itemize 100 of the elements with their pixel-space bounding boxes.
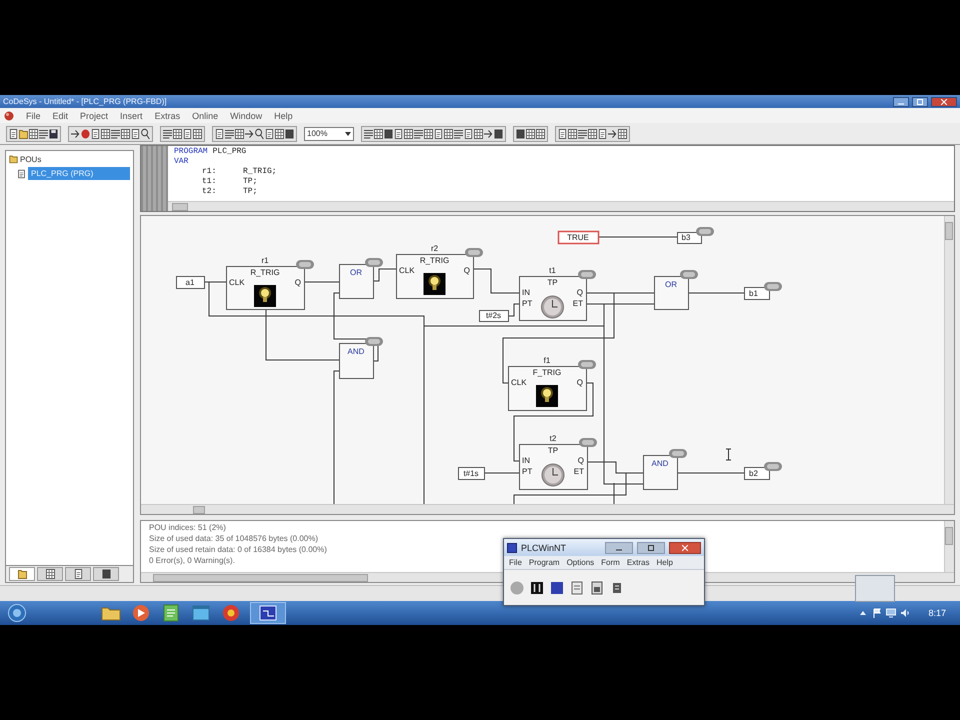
menu-item[interactable]: Extras [154,110,180,120]
app-icon[interactable] [4,110,14,120]
square-icon[interactable] [494,128,503,140]
grid-icon[interactable] [275,128,284,140]
grid-icon[interactable] [404,128,413,140]
arrow-icon[interactable] [245,128,254,140]
play-icon[interactable] [130,604,152,622]
taskbar-button[interactable] [250,602,286,624]
arrow-icon[interactable] [484,128,493,140]
minimize-button[interactable] [893,96,909,106]
tab[interactable] [37,567,63,581]
menu-item[interactable]: File [26,110,41,120]
input-variable[interactable]: TRUE [558,230,600,244]
input-variable[interactable]: t#1s [458,467,485,480]
logic-gate[interactable] [654,276,689,310]
lines-icon[interactable] [39,128,48,140]
flag-icon[interactable] [872,608,882,618]
menu-item[interactable]: Options [566,558,594,567]
menu-item[interactable]: Project [80,110,108,120]
lines-icon[interactable] [225,128,234,140]
grid-icon[interactable] [193,128,202,140]
grid-icon[interactable] [235,128,244,140]
search-icon[interactable] [255,128,264,140]
grid-icon[interactable] [588,128,597,140]
page-icon[interactable] [590,580,604,594]
menu-item[interactable]: Form [601,558,620,567]
menu-item[interactable]: Help [274,110,293,120]
menu-item[interactable]: Extras [626,558,650,567]
folder-icon[interactable] [9,154,18,164]
tab[interactable] [65,567,91,581]
arrow-icon[interactable] [71,128,80,140]
grid-icon[interactable] [374,128,383,140]
arrow-icon[interactable] [608,128,617,140]
square-icon[interactable] [384,128,393,140]
clock-text[interactable]: 8:17 [918,608,954,618]
square-icon[interactable] [516,128,525,140]
page-icon[interactable] [91,128,100,140]
folder-icon[interactable] [19,128,28,140]
speaker-icon[interactable] [900,608,910,618]
tree-folder[interactable]: POUs [20,154,42,164]
maximize-button[interactable] [912,96,928,106]
output-variable[interactable]: b2 [744,467,770,480]
output-variable[interactable]: b3 [677,232,702,244]
lines-icon[interactable] [414,128,423,140]
lines-icon[interactable] [364,128,373,140]
window-icon[interactable] [190,604,212,622]
lines-icon[interactable] [163,128,172,140]
grid-icon[interactable] [568,128,577,140]
scrollbar[interactable] [168,201,954,211]
tab[interactable] [9,567,35,581]
start-orb-icon[interactable] [6,604,28,622]
scroll-thumb[interactable] [945,222,953,240]
lines-icon[interactable] [578,128,587,140]
page-icon[interactable] [598,128,607,140]
scroll-thumb[interactable] [153,574,368,582]
pause-icon[interactable] [530,580,544,594]
output-variable[interactable]: b1 [744,287,770,300]
grid-icon[interactable] [101,128,110,140]
page-icon[interactable] [558,128,567,140]
grid-icon[interactable] [121,128,130,140]
input-variable[interactable]: t#2s [479,310,509,322]
combo-box[interactable]: 100% [304,126,354,140]
page-icon[interactable] [610,580,624,594]
scrollbar[interactable] [944,216,954,504]
page-icon[interactable] [265,128,274,140]
scrollbar[interactable] [141,504,954,514]
page-icon[interactable] [215,128,224,140]
page-icon[interactable] [131,128,140,140]
scroll-thumb[interactable] [945,527,953,545]
scrollbar[interactable] [944,521,954,572]
square-icon[interactable] [285,128,294,140]
grid-icon[interactable] [424,128,433,140]
menu-item[interactable]: Window [230,110,262,120]
grid-icon[interactable] [536,128,545,140]
lines-icon[interactable] [111,128,120,140]
page-icon[interactable] [183,128,192,140]
logic-gate[interactable] [339,264,374,299]
menu-item[interactable]: Insert [120,110,143,120]
page-icon[interactable] [570,580,584,594]
input-variable[interactable]: a1 [176,276,205,289]
grid-icon[interactable] [618,128,627,140]
square-icon[interactable] [550,580,564,594]
scroll-thumb[interactable] [172,202,188,210]
close-button[interactable] [931,96,957,106]
menu-item[interactable]: File [509,558,522,567]
menu-item[interactable]: Edit [52,110,68,120]
dot-icon[interactable] [81,128,90,140]
logic-gate[interactable] [643,455,678,490]
grid-icon[interactable] [526,128,535,140]
save-icon[interactable] [49,128,58,140]
page-icon[interactable] [464,128,473,140]
menu-item[interactable]: Program [528,558,560,567]
monitor-icon[interactable] [886,608,896,618]
page-icon[interactable] [9,128,18,140]
maximize-button[interactable] [637,542,665,554]
lines-icon[interactable] [454,128,463,140]
grid-icon[interactable] [444,128,453,140]
tab[interactable] [93,567,119,581]
menu-item[interactable]: Online [192,110,218,120]
page-icon[interactable] [394,128,403,140]
